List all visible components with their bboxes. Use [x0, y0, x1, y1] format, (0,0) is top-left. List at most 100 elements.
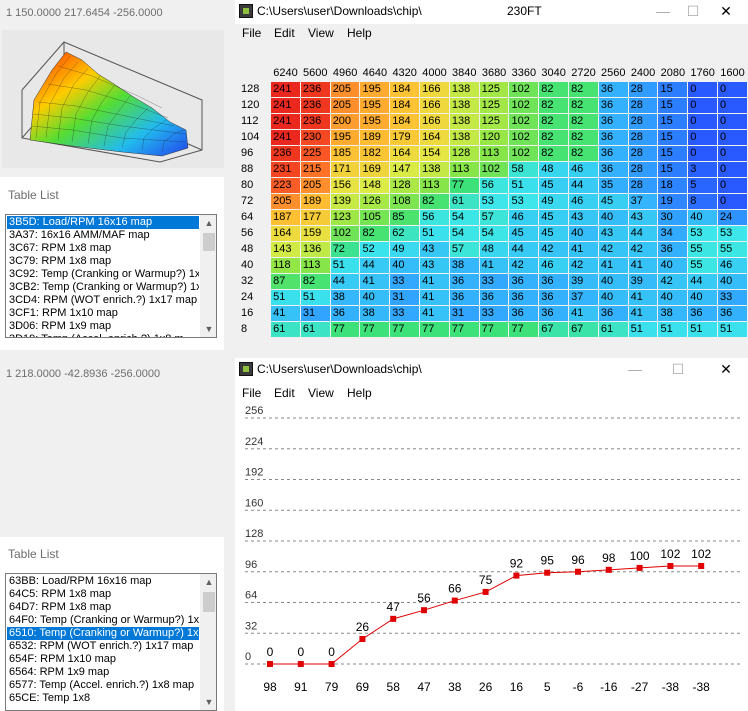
map-cell[interactable]: 77	[329, 321, 361, 338]
map-cell[interactable]: 82	[538, 97, 570, 114]
map-cell[interactable]: 41	[419, 289, 450, 306]
table-list-item[interactable]: 3C67: RPM 1x8 map	[7, 242, 199, 255]
map-cell[interactable]: 205	[329, 97, 361, 114]
map-cell[interactable]: 33	[389, 273, 421, 290]
map-cell[interactable]: 195	[329, 129, 361, 146]
map-cell[interactable]: 189	[299, 193, 331, 210]
map-cell[interactable]: 49	[389, 241, 421, 258]
map-cell[interactable]: 36	[597, 129, 629, 146]
map-cell[interactable]: 45	[538, 225, 570, 242]
scroll-thumb[interactable]	[203, 233, 215, 251]
map-cell[interactable]: 236	[299, 81, 331, 98]
map-cell[interactable]: 184	[389, 97, 421, 114]
map-cell[interactable]: 42	[568, 257, 599, 274]
map-cell[interactable]: 87	[270, 273, 301, 290]
table-list-item[interactable]: 6564: RPM 1x9 map	[7, 666, 199, 679]
map-cell[interactable]: 82	[568, 113, 599, 130]
map-cell[interactable]: 241	[270, 81, 301, 98]
map-cell[interactable]: 44	[508, 241, 540, 258]
map-cell[interactable]: 187	[270, 209, 301, 226]
map-cell[interactable]: 15	[657, 145, 689, 162]
map-cell[interactable]: 123	[329, 209, 361, 226]
map-cell[interactable]: 77	[478, 321, 510, 338]
scroll-thumb[interactable]	[203, 592, 215, 612]
map-cell[interactable]: 43	[419, 241, 450, 258]
map-cell[interactable]: 31	[389, 289, 421, 306]
map-cell[interactable]: 51	[419, 225, 450, 242]
map-cell[interactable]: 28	[627, 177, 659, 194]
scroll-down-icon[interactable]: ▼	[201, 321, 216, 337]
map-cell[interactable]: 38	[359, 305, 391, 322]
list-scrollbar[interactable]: ▲ ▼	[200, 574, 216, 710]
map-cell[interactable]: 56	[478, 177, 510, 194]
map-cell[interactable]: 15	[657, 113, 689, 130]
map-cell[interactable]: 236	[299, 97, 331, 114]
map-cell[interactable]: 102	[508, 145, 540, 162]
map-cell[interactable]: 82	[568, 97, 599, 114]
map-cell[interactable]: 38	[329, 289, 361, 306]
map-cell[interactable]: 82	[568, 145, 599, 162]
map-cell[interactable]: 195	[359, 113, 391, 130]
map-cell[interactable]: 0	[717, 129, 748, 146]
map-cell[interactable]: 39	[627, 273, 659, 290]
map-cell[interactable]: 45	[508, 225, 540, 242]
map-cell[interactable]: 15	[657, 161, 689, 178]
map-cell[interactable]: 41	[359, 273, 391, 290]
map-cell[interactable]: 185	[329, 145, 361, 162]
map-cell[interactable]: 126	[359, 193, 391, 210]
map-cell[interactable]: 166	[419, 97, 450, 114]
map-cell[interactable]: 36	[478, 289, 510, 306]
map-cell[interactable]: 138	[448, 129, 480, 146]
map-cell[interactable]: 36	[538, 273, 570, 290]
map-cell[interactable]: 36	[448, 289, 480, 306]
map-cell[interactable]: 164	[270, 225, 301, 242]
map-cell[interactable]: 205	[329, 81, 361, 98]
menu-file[interactable]: File	[242, 26, 261, 40]
map-cell[interactable]: 125	[478, 113, 510, 130]
map-cell[interactable]: 43	[419, 257, 450, 274]
map-cell[interactable]: 36	[597, 145, 629, 162]
map-cell[interactable]: 189	[359, 129, 391, 146]
map-cell[interactable]: 51	[508, 177, 540, 194]
map-cell[interactable]: 82	[299, 273, 331, 290]
map-cell[interactable]: 128	[389, 177, 421, 194]
map-cell[interactable]: 205	[299, 177, 331, 194]
map-cell[interactable]: 43	[568, 209, 599, 226]
map-cell[interactable]: 102	[508, 97, 540, 114]
map-cell[interactable]: 0	[717, 81, 748, 98]
map-cell[interactable]: 77	[389, 321, 421, 338]
menu-edit[interactable]: Edit	[274, 26, 295, 40]
map-cell[interactable]: 36	[597, 161, 629, 178]
map-cell[interactable]: 0	[717, 177, 748, 194]
map-cell[interactable]: 42	[597, 241, 629, 258]
table-list-item[interactable]: 6577: Temp (Accel. enrich.?) 1x8 map	[7, 679, 199, 692]
table-list-item[interactable]: 3A37: 16x16 AMM/MAF map	[7, 229, 199, 242]
map-cell[interactable]: 48	[538, 161, 570, 178]
map-cell[interactable]: 51	[329, 257, 361, 274]
close-icon[interactable]: ✕	[711, 0, 741, 22]
map-cell[interactable]: 36	[717, 305, 748, 322]
map-cell[interactable]: 40	[687, 209, 719, 226]
map-cell[interactable]: 3	[687, 161, 719, 178]
map-cell[interactable]: 33	[717, 289, 748, 306]
map-cell[interactable]: 24	[717, 209, 748, 226]
map-cell[interactable]: 125	[478, 81, 510, 98]
map-cell[interactable]: 102	[508, 81, 540, 98]
map-cell[interactable]: 33	[478, 273, 510, 290]
map-cell[interactable]: 36	[329, 305, 361, 322]
map-cell[interactable]: 41	[478, 257, 510, 274]
map-cell[interactable]: 169	[359, 161, 391, 178]
map-cell[interactable]: 231	[270, 161, 301, 178]
map-cell[interactable]: 28	[627, 97, 659, 114]
map-cell[interactable]: 113	[448, 161, 480, 178]
map-cell[interactable]: 28	[627, 81, 659, 98]
map-cell[interactable]: 44	[687, 273, 719, 290]
map-cell[interactable]: 164	[419, 129, 450, 146]
table-list-box-bottom[interactable]: 63BB: Load/RPM 16x16 map 64C5: RPM 1x8 ma…	[5, 573, 217, 711]
map-cell[interactable]: 113	[299, 257, 331, 274]
map-cell[interactable]: 0	[717, 113, 748, 130]
map-cell[interactable]: 19	[657, 193, 689, 210]
map-cell[interactable]: 0	[717, 161, 748, 178]
map-cell[interactable]: 55	[687, 241, 719, 258]
map-cell[interactable]: 30	[657, 209, 689, 226]
